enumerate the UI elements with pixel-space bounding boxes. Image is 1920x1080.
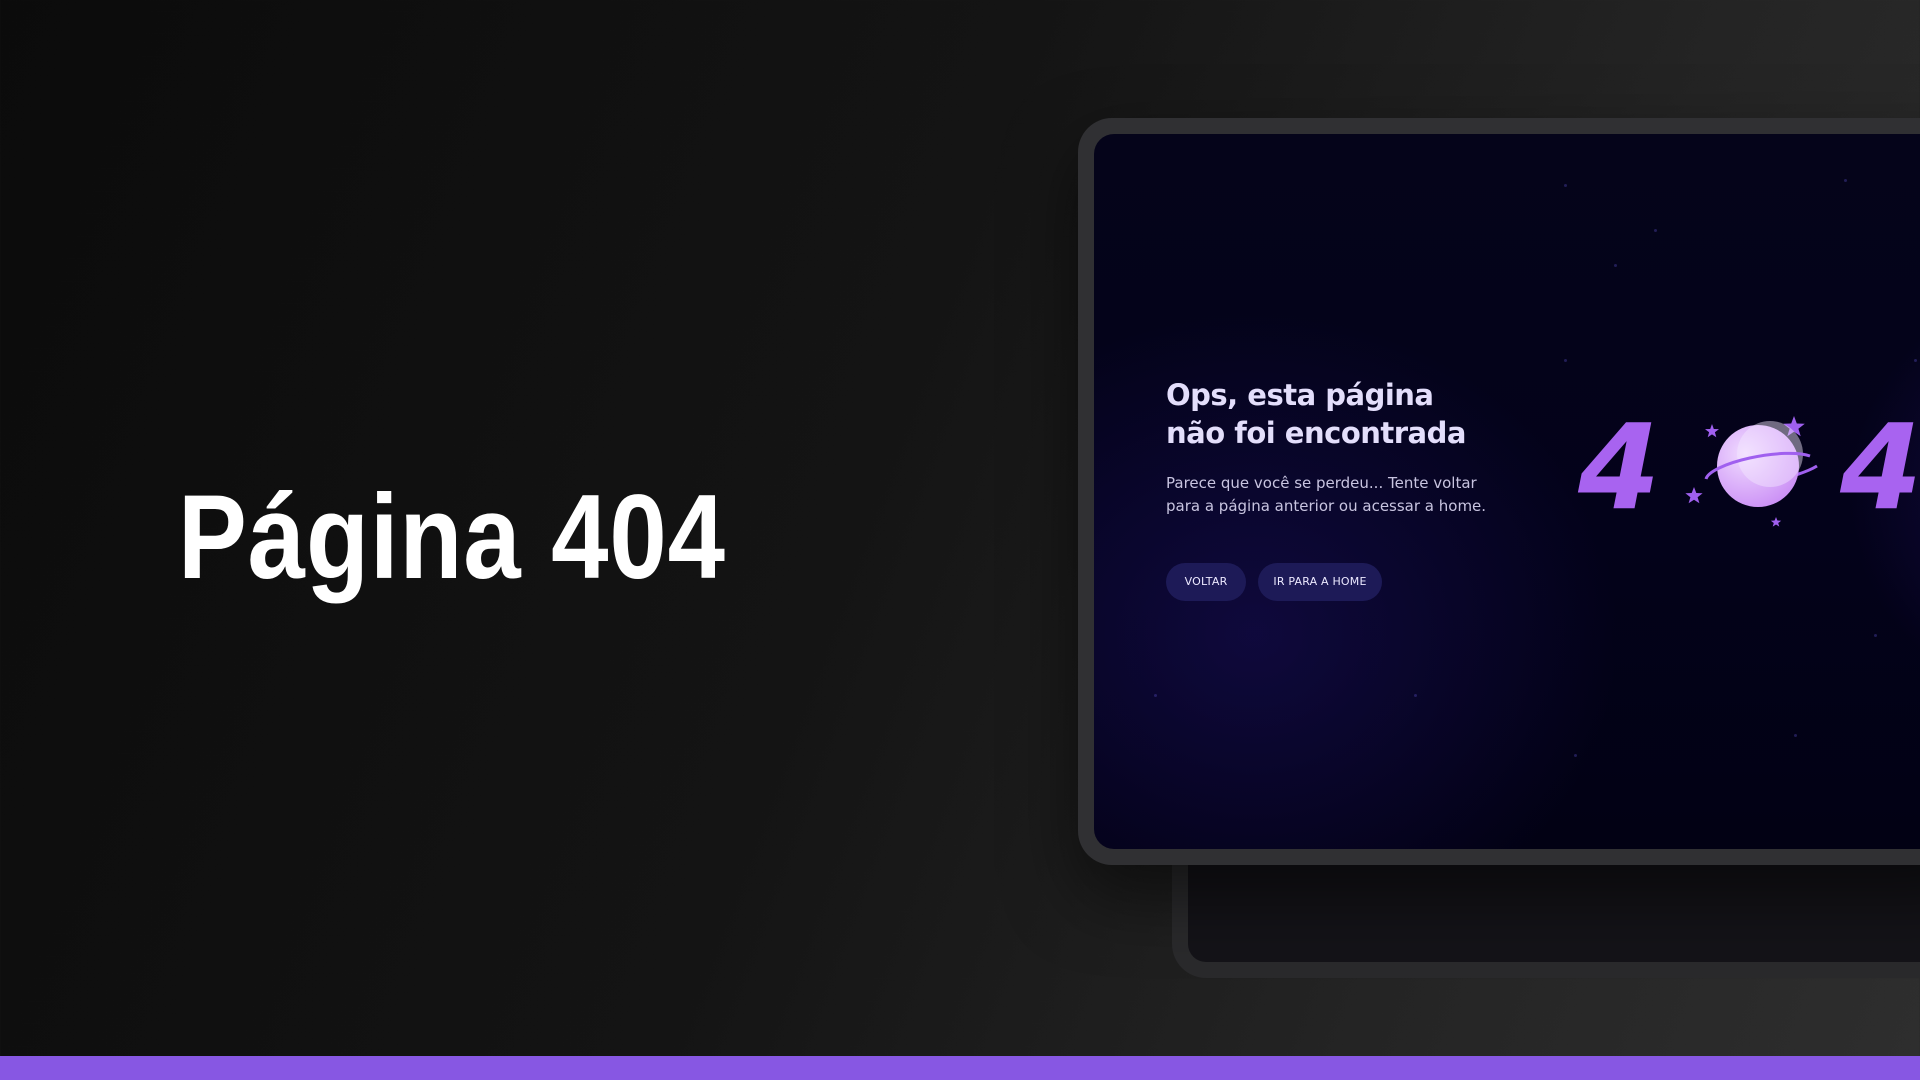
star-dot	[1414, 694, 1417, 697]
star-dot	[1794, 734, 1797, 737]
digit-four-right: 4	[1840, 398, 1920, 536]
screen-title: Ops, esta página não foi encontrada	[1166, 376, 1546, 452]
star-dot	[1154, 694, 1157, 697]
page-headline: Página 404	[178, 470, 726, 604]
screen-title-line: não foi encontrada	[1166, 416, 1466, 450]
screen-description: Parece que você se perdeu... Tente volta…	[1166, 472, 1496, 518]
screen-title-line: Ops, esta página	[1166, 378, 1434, 412]
star-dot	[1844, 179, 1847, 182]
star-dot	[1654, 229, 1657, 232]
back-button[interactable]: VOLTAR	[1166, 563, 1246, 601]
device-screen: Ops, esta página não foi encontrada Pare…	[1094, 134, 1920, 849]
digit-four-left: 4	[1578, 398, 1661, 536]
go-home-button[interactable]: IR PARA A HOME	[1258, 563, 1382, 601]
planet-with-stars-icon	[1670, 384, 1840, 544]
screen-description-line: Parece que você se perdeu... Tente volta…	[1166, 474, 1477, 492]
star-dot	[1874, 634, 1877, 637]
star-dot	[1614, 264, 1617, 267]
screen-description-line: para a página anterior ou acessar a home…	[1166, 497, 1487, 515]
star-dot	[1564, 359, 1567, 362]
star-dot	[1574, 754, 1577, 757]
bottom-accent-bar	[0, 1056, 1920, 1080]
star-dot	[1564, 184, 1567, 187]
star-dot	[1914, 359, 1917, 362]
error-404-illustration: 4 4	[1574, 384, 1920, 564]
device-mockup: Ops, esta página não foi encontrada Pare…	[1078, 118, 1920, 865]
